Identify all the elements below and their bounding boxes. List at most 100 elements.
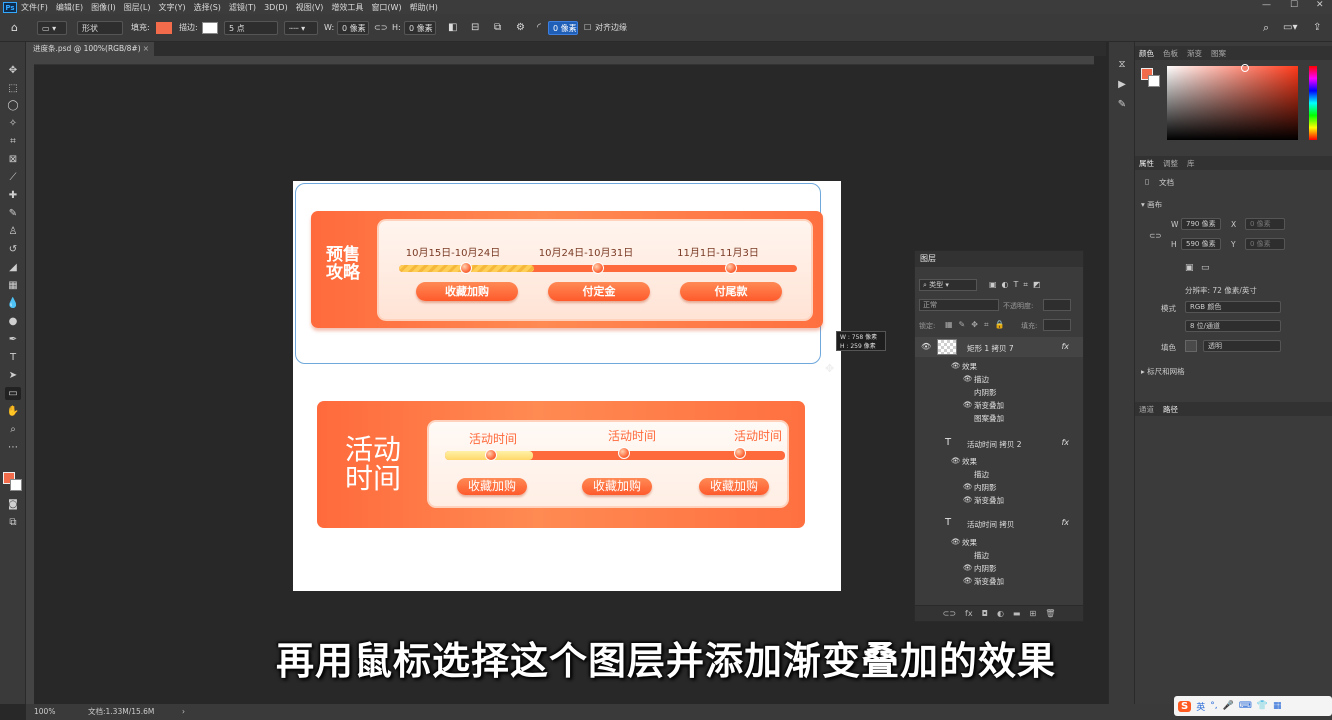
orientation-portrait-icon[interactable]: ▣ [1185, 263, 1194, 273]
hand-tool-icon[interactable]: ✋ [5, 405, 21, 418]
tab-swatches[interactable]: 色板 [1163, 48, 1178, 59]
stroke-swatch[interactable] [202, 22, 218, 34]
pay-deposit-button[interactable]: 付定金 [548, 282, 650, 301]
canvas-height-field[interactable]: 590 像素 [1181, 238, 1221, 250]
fill-swatch[interactable] [156, 22, 172, 34]
tab-color[interactable]: 颜色 [1139, 48, 1154, 59]
path-align-icon[interactable]: ⊟ [471, 21, 479, 35]
background-color-swatch[interactable] [10, 479, 22, 491]
gradient-tool-icon[interactable]: ▦ [5, 279, 21, 292]
eye-icon[interactable]: 👁 [951, 456, 961, 465]
eye-icon[interactable]: 👁 [963, 482, 973, 491]
layer-row-text-2[interactable]: T 活动时间 拷贝 2 fx [915, 433, 1083, 453]
menu-file[interactable]: 文件(F) [21, 2, 48, 13]
zoom-tool-icon[interactable]: ⌕ [5, 423, 21, 436]
tool-preset-icon[interactable]: ▭ ▾ [37, 21, 67, 35]
share-icon[interactable]: ⇪ [1313, 21, 1321, 35]
eyedropper-icon[interactable]: ⟋ [5, 171, 21, 184]
menu-window[interactable]: 窗口(W) [371, 2, 401, 13]
menu-select[interactable]: 选择(S) [194, 2, 221, 13]
layer-filter-select[interactable]: ⌕ 类型 ▾ [919, 279, 977, 291]
crop-tool-icon[interactable]: ⌗ [5, 135, 21, 148]
workspace-icon[interactable]: ▭▾ [1283, 21, 1297, 35]
blur-tool-icon[interactable]: 💧 [5, 297, 21, 310]
orientation-landscape-icon[interactable]: ▭ [1201, 263, 1210, 273]
color-picker-handle[interactable] [1241, 64, 1249, 72]
collect-cart-button[interactable]: 收藏加购 [416, 282, 518, 301]
menu-plugins[interactable]: 增效工具 [331, 2, 363, 13]
eye-icon[interactable]: 👁 [951, 361, 961, 370]
close-tab-icon[interactable]: × [143, 42, 149, 56]
add-style-icon[interactable]: fx [965, 606, 973, 621]
status-menu-icon[interactable]: › [182, 704, 185, 720]
marquee-tool-icon[interactable]: ⬚ [5, 82, 21, 95]
blend-mode-select[interactable]: 正常 [919, 299, 999, 311]
screen-mode-icon[interactable]: ⧉ [5, 516, 21, 529]
stroke-type-select[interactable]: ┄┄ ▾ [284, 21, 318, 35]
layer-filter-icons[interactable]: ▣◐T⌗◩ [989, 280, 1046, 290]
path-select-icon[interactable]: ➤ [5, 369, 21, 382]
eye-icon[interactable]: 👁 [951, 537, 961, 546]
ime-skin-icon[interactable]: 👕 [1257, 701, 1268, 711]
color-mode-select[interactable]: RGB 颜色 [1185, 301, 1281, 313]
actions-panel-icon[interactable]: ▶ [1114, 78, 1130, 91]
eye-icon[interactable]: 👁 [963, 576, 973, 585]
zoom-level[interactable]: 100% [34, 704, 55, 720]
horizontal-ruler[interactable] [34, 56, 1094, 65]
layer-row-text-1[interactable]: T 活动时间 拷贝 fx [915, 513, 1083, 533]
path-ops-icon[interactable]: ◧ [448, 21, 457, 35]
canvas-y-field[interactable]: 0 像素 [1245, 238, 1285, 250]
vertical-ruler[interactable] [26, 56, 34, 704]
menu-3d[interactable]: 3D(D) [264, 3, 288, 12]
layer-row-shape[interactable]: 👁 矩形 1 拷贝 7 fx [915, 337, 1083, 357]
radius-field[interactable]: 0 像素 [548, 21, 578, 35]
search-icon[interactable]: ⌕ [1263, 21, 1269, 35]
tab-adjustments[interactable]: 调整 [1163, 158, 1178, 169]
lock-icons[interactable]: ▦✎✥⌗🔒 [945, 320, 1010, 330]
pen-tool-icon[interactable]: ✒ [5, 333, 21, 346]
link-dimensions-icon[interactable]: ⊂⊃ [1149, 231, 1162, 240]
visibility-eye-icon[interactable]: 👁 [921, 342, 931, 351]
dodge-tool-icon[interactable]: ● [5, 315, 21, 328]
menu-view[interactable]: 视图(V) [296, 2, 324, 13]
ime-language[interactable]: 英 [1196, 700, 1205, 713]
ime-punctuation-icon[interactable]: °, [1210, 701, 1217, 711]
h-field[interactable]: 0 像素 [404, 21, 436, 35]
rectangle-tool-icon[interactable]: ▭ [5, 387, 21, 400]
menu-image[interactable]: 图像(I) [91, 2, 116, 13]
gear-icon[interactable]: ⚙ [516, 21, 525, 35]
tab-patterns[interactable]: 图案 [1211, 48, 1226, 59]
event-collect-button-2[interactable]: 收藏加购 [582, 478, 652, 495]
eraser-icon[interactable]: ◢ [5, 261, 21, 274]
link-layers-icon[interactable]: ⊂⊃ [943, 606, 956, 621]
delete-layer-icon[interactable]: 🗑 [1045, 606, 1055, 621]
link-icon[interactable]: ⊂⊃ [374, 21, 387, 35]
canvas-x-field[interactable]: 0 像素 [1245, 218, 1285, 230]
menu-edit[interactable]: 编辑(E) [56, 2, 83, 13]
healing-brush-icon[interactable]: ✚ [5, 189, 21, 202]
event-collect-button-1[interactable]: 收藏加购 [457, 478, 527, 495]
ime-toolbox-icon[interactable]: ▦ [1273, 701, 1282, 711]
magic-wand-icon[interactable]: ✧ [5, 117, 21, 130]
event-collect-button-3[interactable]: 收藏加购 [699, 478, 769, 495]
menu-help[interactable]: 帮助(H) [410, 2, 438, 13]
ime-keyboard-icon[interactable]: ⌨ [1239, 701, 1252, 711]
fill-swatch-transparent[interactable] [1185, 340, 1197, 352]
hue-slider[interactable] [1309, 66, 1317, 140]
new-group-icon[interactable]: ▬ [1013, 606, 1021, 621]
maximize-icon[interactable]: ☐ [1290, 0, 1298, 10]
frame-tool-icon[interactable]: ⊠ [5, 153, 21, 166]
menu-layer[interactable]: 图层(L) [124, 2, 151, 13]
menu-type[interactable]: 文字(Y) [158, 2, 185, 13]
canvas-width-field[interactable]: 790 像素 [1181, 218, 1221, 230]
canvas-section-title[interactable]: ▾ 画布 [1141, 199, 1162, 210]
layer-fx-badge[interactable]: fx [1061, 518, 1069, 527]
layer-fx-badge[interactable]: fx [1061, 438, 1069, 447]
eye-icon[interactable]: 👁 [963, 374, 973, 383]
path-arrange-icon[interactable]: ⧉ [494, 21, 501, 35]
rulers-grid-section[interactable]: ▸ 标尺和网格 [1141, 366, 1185, 377]
w-field[interactable]: 0 像素 [337, 21, 369, 35]
document-canvas[interactable]: 预售 攻略 10月15日-10月24日 10月24日-10月31日 11月1日-… [293, 181, 841, 591]
fill-select[interactable]: 透明 [1203, 340, 1281, 352]
close-window-icon[interactable]: ✕ [1316, 0, 1324, 10]
